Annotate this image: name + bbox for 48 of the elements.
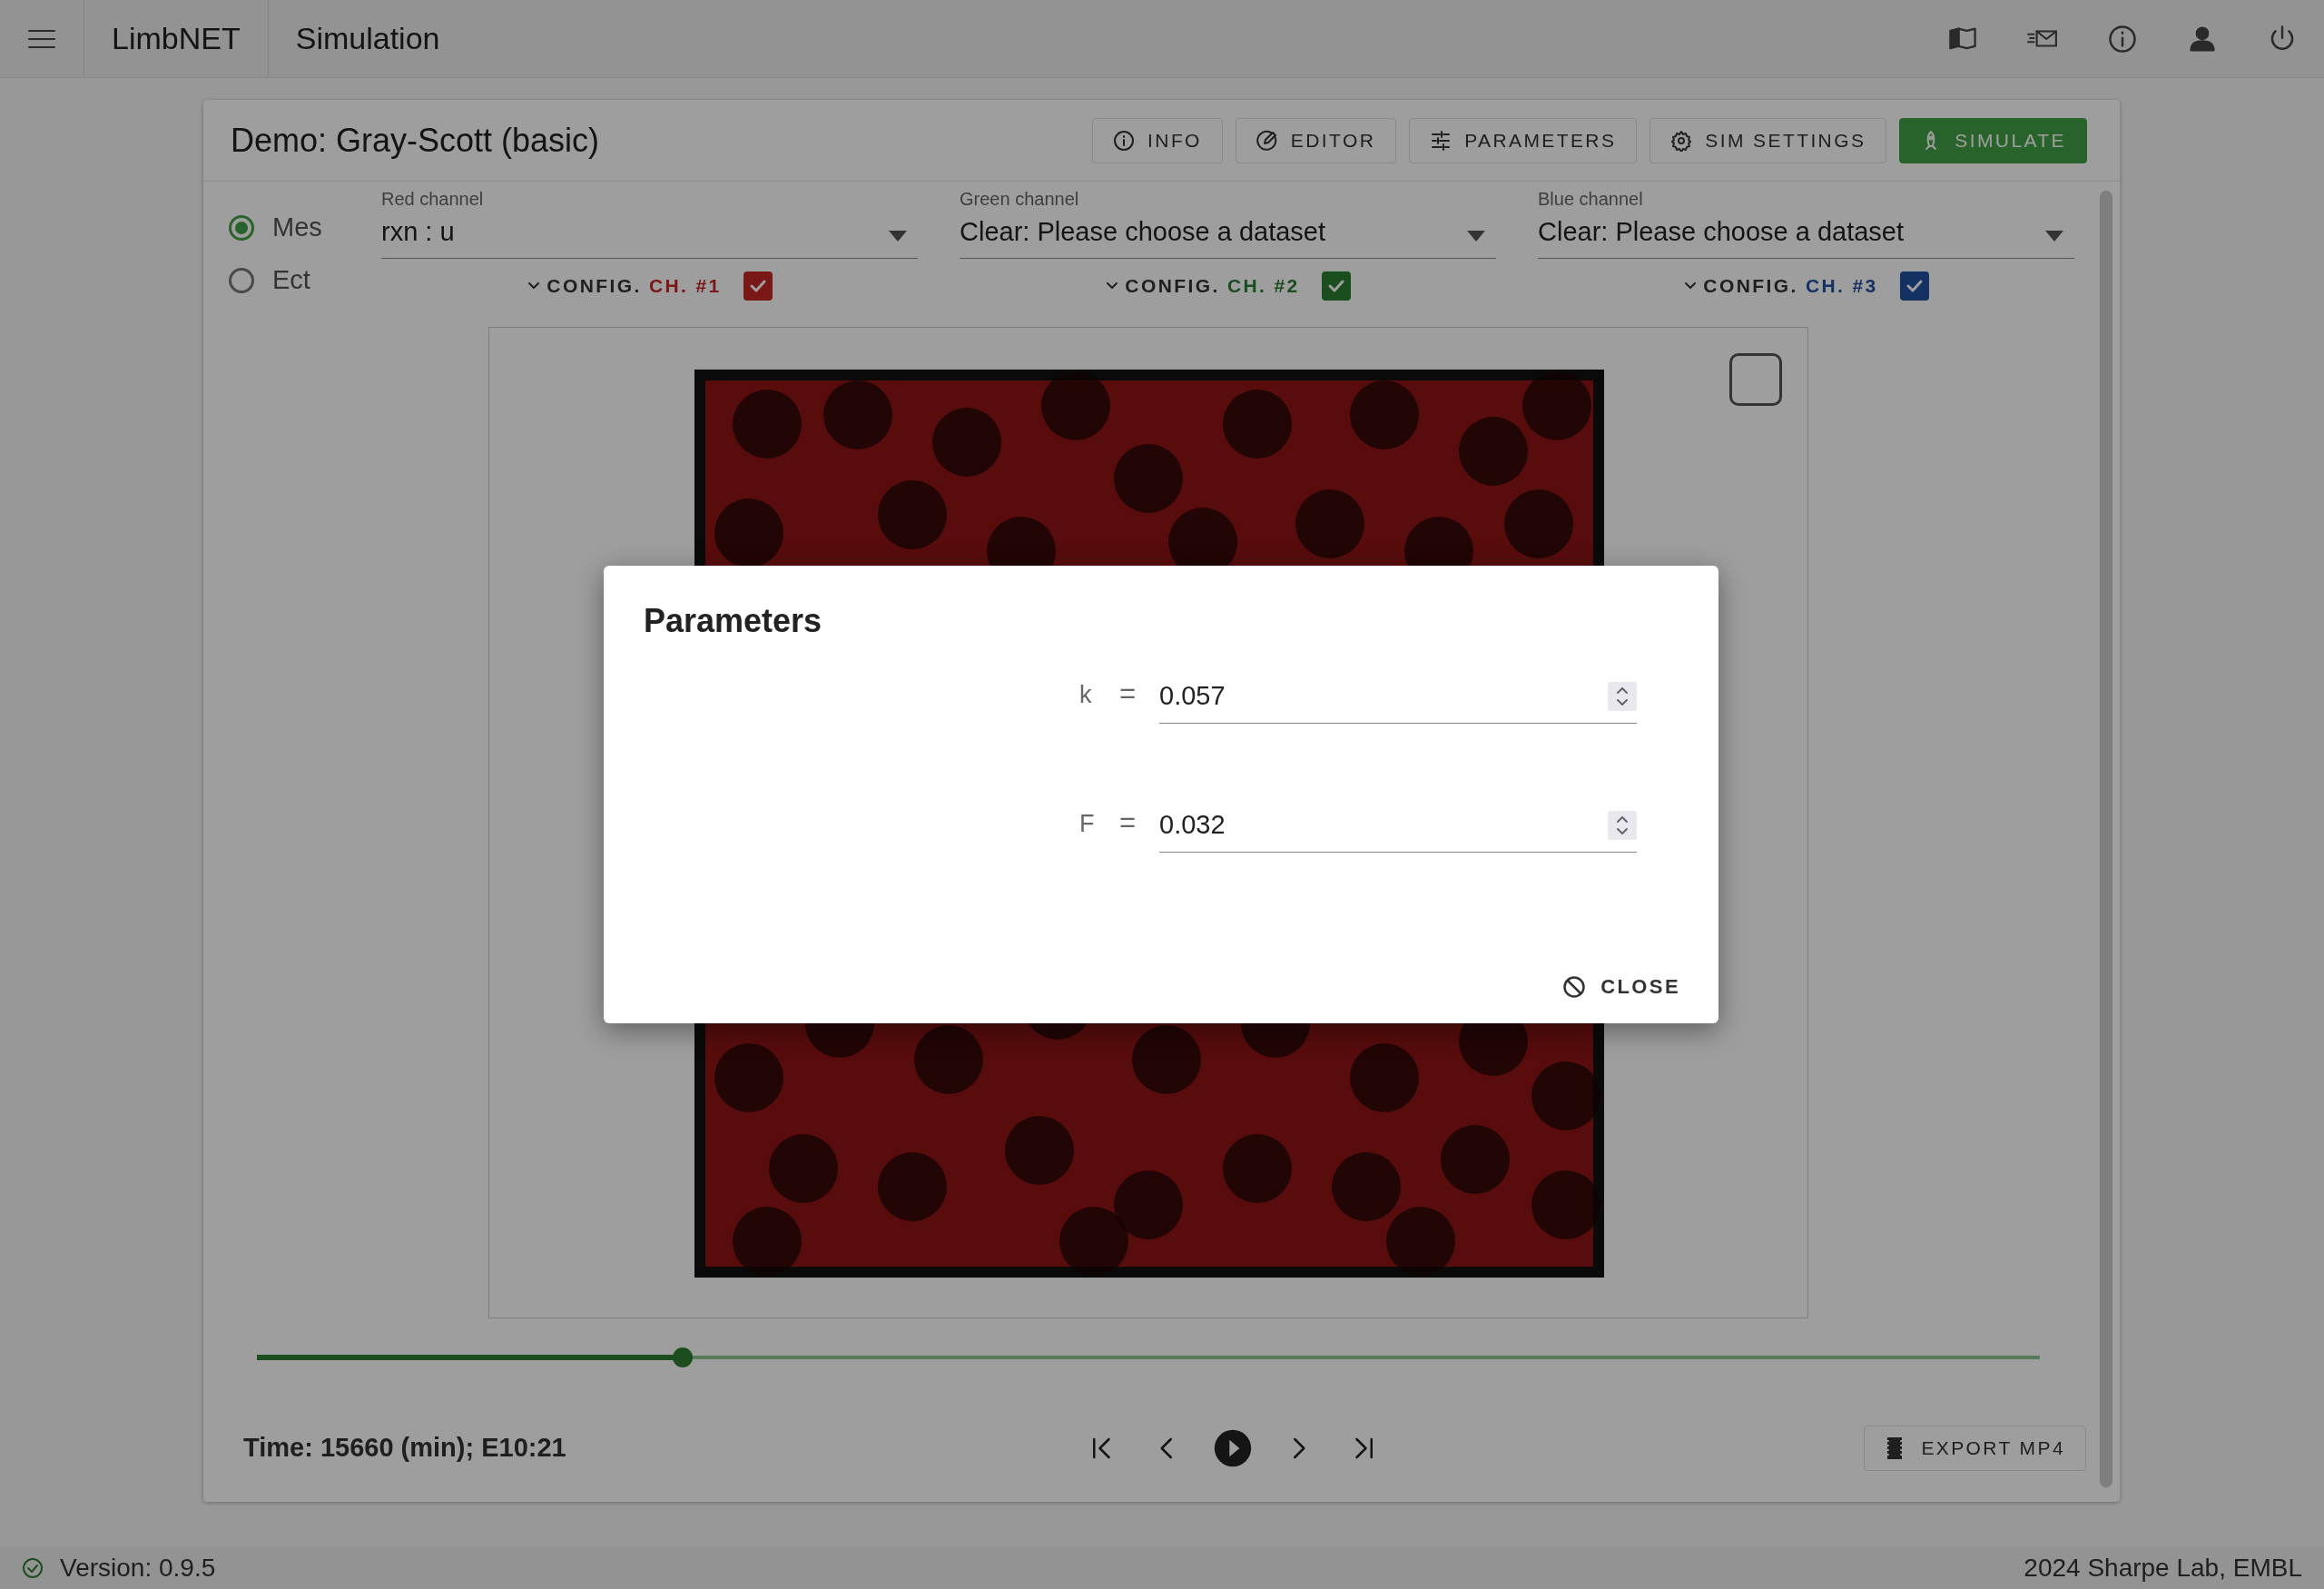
check-circle-icon <box>22 1557 44 1579</box>
channel-select[interactable]: Blue channel Clear: Please choose a dataset <box>1538 185 2074 259</box>
info-icon <box>2107 24 2138 54</box>
channel-checkbox[interactable] <box>1321 271 1351 301</box>
spinner-button[interactable] <box>1608 682 1637 712</box>
pencil-circle-icon <box>1256 129 1278 152</box>
demo-title: Demo: Gray-Scott (basic) <box>231 120 600 161</box>
credit-text: 2024 Sharpe Lab, EMBL <box>2024 1553 2302 1584</box>
export-button[interactable]: EXPORT MP4 <box>1864 1426 2086 1471</box>
settings-button[interactable]: SIM SETTINGS <box>1649 117 1887 163</box>
channel-select[interactable]: Green channel Clear: Please choose a dataset <box>960 185 1496 259</box>
equals-sign: = <box>1119 676 1137 711</box>
equals-sign: = <box>1119 804 1137 840</box>
channel-checkbox[interactable] <box>1899 271 1929 301</box>
config-toggle[interactable]: CONFIG. CH. #2 <box>1105 271 1300 301</box>
channel-checkbox[interactable] <box>743 271 773 301</box>
app-title: LimbNET <box>111 20 241 57</box>
tissue-radio[interactable]: Mes <box>229 202 381 254</box>
close-button[interactable]: CLOSE <box>1562 972 1680 1002</box>
play-icon <box>1213 1428 1253 1468</box>
square-toggle-button[interactable] <box>1729 353 1782 406</box>
scrollbar[interactable] <box>2100 191 2112 1487</box>
dialog-title: Parameters <box>644 601 823 641</box>
parameter-name: F <box>1079 808 1096 839</box>
gear-icon <box>1670 129 1693 152</box>
config-toggle[interactable]: CONFIG. CH. #1 <box>527 271 722 301</box>
dropdown-caret-icon <box>1467 230 1485 242</box>
chevron-down-icon <box>1105 280 1120 291</box>
spinner-button[interactable] <box>1608 811 1637 841</box>
slider-thumb[interactable] <box>673 1347 694 1367</box>
section-title: Simulation <box>294 20 441 57</box>
menu-icon <box>27 27 56 50</box>
info-button[interactable]: INFO <box>1092 117 1223 163</box>
channel-select[interactable]: Red channel rxn : u <box>381 185 918 259</box>
time-label: Time: 15660 (min); E10:21 <box>243 1432 566 1465</box>
dropdown-caret-icon <box>889 230 907 242</box>
dropdown-caret-icon <box>2045 230 2063 242</box>
parameters-button[interactable]: PARAMETERS <box>1409 117 1638 163</box>
version-text: Version: 0.9.5 <box>60 1553 216 1584</box>
chevron-down-icon <box>527 280 542 291</box>
info-icon <box>1113 129 1136 152</box>
sliders-icon <box>1430 129 1452 152</box>
tissue-radio[interactable]: Ect <box>229 254 381 307</box>
editor-button[interactable]: EDITOR <box>1235 117 1397 163</box>
config-toggle[interactable]: CONFIG. CH. #3 <box>1683 271 1878 301</box>
chevron-down-icon <box>1683 280 1699 291</box>
block-icon <box>1562 974 1587 999</box>
parameter-name: k <box>1079 679 1093 710</box>
